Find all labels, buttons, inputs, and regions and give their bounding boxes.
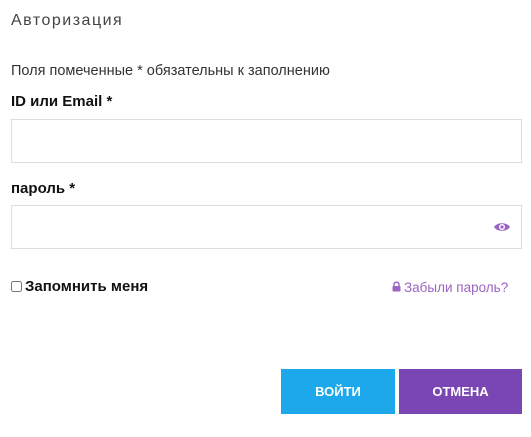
forgot-password-label: Забыли пароль? bbox=[404, 280, 509, 295]
remember-label: Запомнить меня bbox=[25, 278, 149, 295]
login-button[interactable]: ВОЙТИ bbox=[281, 369, 395, 414]
lock-icon bbox=[392, 280, 401, 295]
password-input[interactable] bbox=[11, 205, 522, 249]
required-fields-note: Поля помеченные * обязательны к заполнен… bbox=[11, 63, 330, 79]
cancel-button[interactable]: ОТМЕНА bbox=[399, 369, 522, 414]
remember-me[interactable]: Запомнить меня bbox=[11, 278, 148, 295]
eye-icon[interactable] bbox=[492, 219, 512, 235]
remember-checkbox[interactable] bbox=[11, 281, 22, 292]
dialog-title: Авторизация bbox=[11, 12, 124, 29]
login-input[interactable] bbox=[11, 119, 522, 163]
login-field-label: ID или Email * bbox=[11, 93, 113, 110]
password-field-label: пароль * bbox=[11, 180, 76, 197]
forgot-password-link[interactable]: Забыли пароль? bbox=[392, 280, 508, 295]
